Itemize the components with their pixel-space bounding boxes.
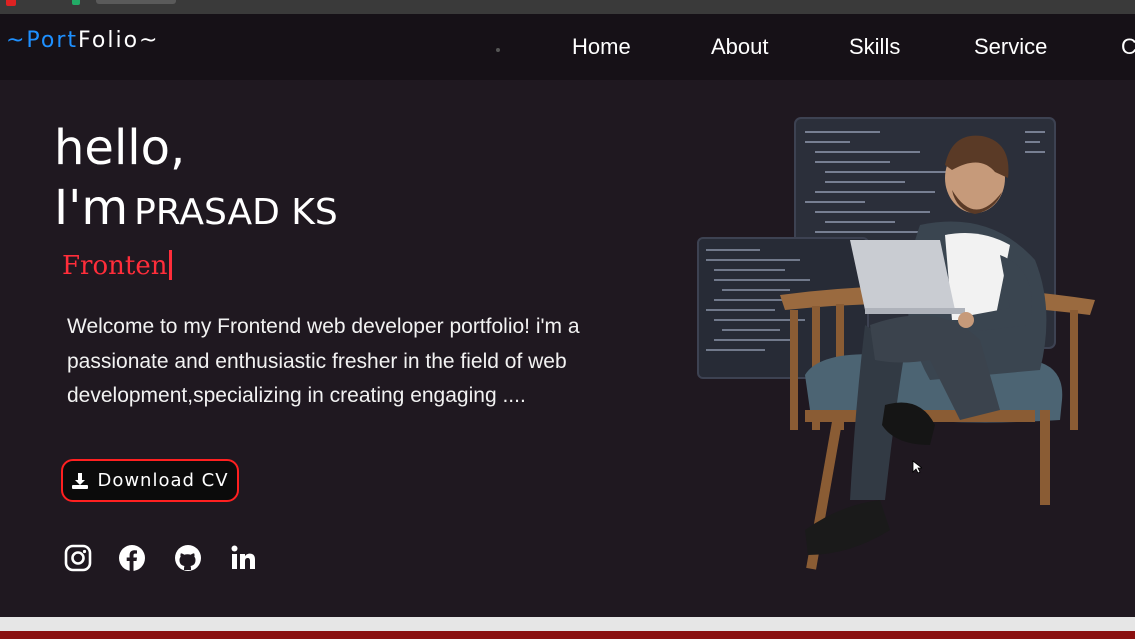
github-icon[interactable] — [173, 543, 203, 573]
typed-role: Fronten — [62, 250, 173, 281]
typed-role-text: Fronten — [62, 251, 168, 281]
facebook-icon[interactable] — [117, 543, 147, 573]
nav-link-skills[interactable]: Skills — [849, 34, 900, 60]
nav-link-contact[interactable]: C — [1121, 34, 1135, 60]
nav-link-home[interactable]: Home — [572, 34, 631, 60]
browser-bottom-bar — [0, 617, 1135, 639]
browser-tab-icon-2 — [72, 0, 80, 5]
hero-im: I'm — [54, 180, 129, 236]
download-cv-label: Download CV — [97, 470, 229, 491]
mouse-cursor-icon — [912, 460, 922, 474]
instagram-icon[interactable] — [63, 543, 93, 573]
site-logo[interactable]: ~PortFolio~ — [6, 28, 160, 53]
hero-intro: Welcome to my Frontend web developer por… — [67, 315, 580, 407]
download-cv-button[interactable]: Download CV — [61, 459, 239, 502]
browser-tab-label-fragment — [96, 0, 176, 4]
developer-illustration — [697, 117, 1095, 570]
browser-tab-icon — [6, 0, 16, 6]
logo-suffix: Folio~ — [78, 28, 160, 53]
hero-name-line: I'm PRASAD KS — [54, 180, 338, 236]
nav-link-service[interactable]: Service — [974, 34, 1047, 60]
download-icon — [72, 472, 89, 489]
nav-link-about[interactable]: About — [711, 34, 769, 60]
browser-top-strip — [0, 0, 1135, 14]
typing-caret — [169, 250, 173, 280]
hero-name: PRASAD KS — [134, 192, 338, 233]
hero-greeting: hello, — [54, 120, 186, 176]
taskbar-strip — [0, 631, 1135, 639]
linkedin-icon[interactable] — [229, 543, 259, 573]
logo-prefix: ~Port — [6, 28, 79, 53]
navbar: ~PortFolio~ Home About Skills Service C — [0, 14, 1135, 80]
nav-decor-dot — [496, 48, 500, 52]
